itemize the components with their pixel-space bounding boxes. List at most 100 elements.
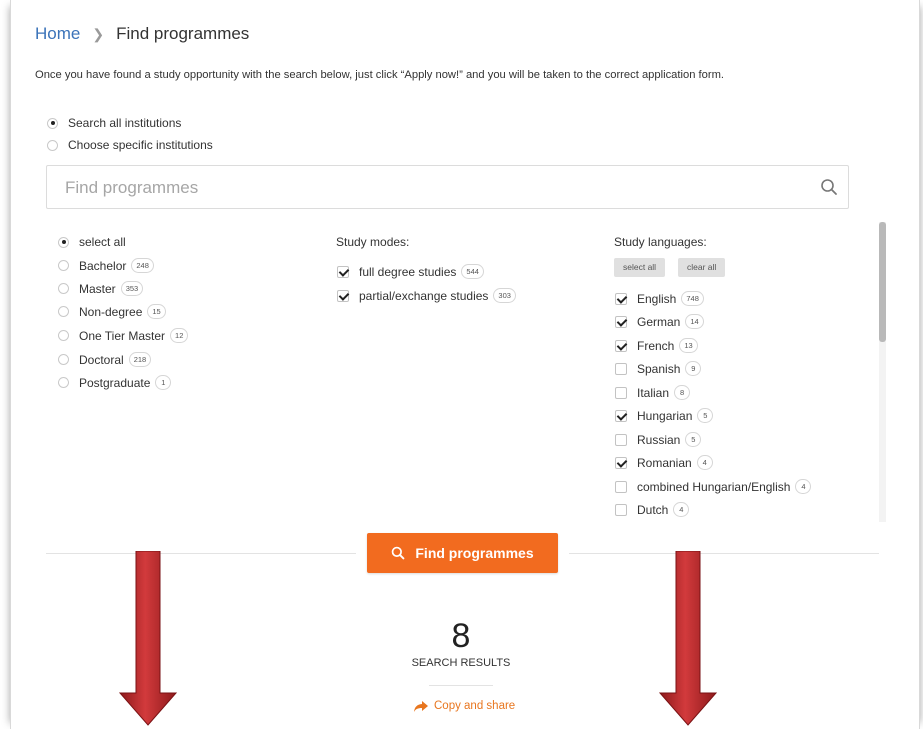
language-label: Romanian (637, 455, 692, 470)
breadcrumb-home-link[interactable]: Home (35, 24, 80, 44)
checkbox[interactable] (615, 339, 627, 352)
level-option-master[interactable]: Master 353 (58, 281, 144, 296)
radio-search-all-institutions[interactable]: Search all institutions (47, 116, 181, 130)
copy-and-share-link[interactable]: Copy and share (414, 700, 515, 712)
filters-scrollbar[interactable] (879, 222, 886, 522)
count-badge: 544 (461, 264, 484, 279)
search-box (46, 165, 849, 210)
select-all-languages-button[interactable]: select all (614, 258, 666, 277)
language-label: Dutch (637, 502, 669, 517)
find-programmes-button-label: Find programmes (415, 545, 534, 561)
annotation-arrow-down-icon (118, 551, 178, 726)
radio-indicator[interactable] (58, 260, 69, 271)
radio-indicator[interactable] (58, 306, 69, 317)
radio-indicator[interactable] (58, 354, 69, 365)
checkbox[interactable] (615, 456, 627, 469)
page-title: Find programmes (116, 24, 250, 43)
radio-choose-specific-institutions[interactable]: Choose specific institutions (47, 138, 213, 152)
scrollbar-thumb[interactable] (879, 222, 886, 342)
language-option-combined-hungarian-english[interactable]: combined Hungarian/English 4 (615, 479, 812, 494)
copy-and-share-label: Copy and share (434, 700, 516, 712)
search-icon[interactable] (820, 178, 838, 196)
study-mode-partial-exchange[interactable]: partial/exchange studies 303 (337, 288, 516, 303)
count-badge: 9 (685, 361, 702, 376)
radio-indicator[interactable] (47, 117, 58, 129)
count-badge: 4 (795, 479, 812, 494)
checkbox[interactable] (615, 480, 627, 493)
language-label: English (637, 291, 677, 306)
level-label: Postgraduate (79, 375, 151, 390)
checkbox[interactable] (615, 386, 627, 399)
find-programmes-button[interactable]: Find programmes (367, 533, 558, 573)
results-label: SEARCH RESULTS (411, 657, 511, 669)
search-icon (392, 546, 405, 560)
count-badge: 12 (170, 328, 189, 343)
study-mode-label: full degree studies (359, 264, 457, 279)
search-input[interactable] (47, 166, 827, 210)
language-option-spanish[interactable]: Spanish 9 (615, 361, 702, 376)
level-label: Doctoral (79, 352, 124, 367)
checkbox[interactable] (337, 289, 349, 302)
results-count: 8 (451, 617, 471, 655)
level-option-non-degree[interactable]: Non-degree 15 (58, 304, 166, 319)
breadcrumb: Home ❯ Find programmes (35, 24, 249, 44)
level-label: select all (79, 235, 126, 249)
count-badge: 8 (674, 385, 691, 400)
study-mode-full-degree[interactable]: full degree studies 544 (337, 264, 484, 279)
clear-all-languages-button[interactable]: clear all (678, 258, 726, 277)
language-option-romanian[interactable]: Romanian 4 (615, 455, 713, 470)
language-option-english[interactable]: English 748 (615, 291, 704, 306)
language-option-dutch[interactable]: Dutch 4 (615, 502, 690, 517)
level-option-postgraduate[interactable]: Postgraduate 1 (58, 375, 172, 390)
level-label: One Tier Master (79, 328, 166, 343)
radio-indicator[interactable] (58, 330, 69, 341)
language-option-italian[interactable]: Italian 8 (615, 385, 691, 400)
divider-right (569, 553, 879, 554)
language-label: French (637, 338, 675, 353)
level-label: Master (79, 281, 116, 296)
count-badge: 218 (128, 352, 152, 367)
radio-indicator[interactable] (58, 236, 69, 248)
count-badge: 4 (673, 502, 690, 517)
language-label: German (637, 314, 681, 329)
count-badge: 15 (147, 304, 166, 319)
level-label: Bachelor (79, 258, 127, 273)
language-option-hungarian[interactable]: Hungarian 5 (615, 408, 714, 423)
checkbox[interactable] (615, 362, 627, 375)
results-divider (429, 685, 493, 686)
filters-panel: select all Bachelor 248 Master 353 Non-d… (46, 222, 879, 522)
count-badge: 14 (685, 314, 704, 329)
language-label: Spanish (637, 361, 681, 376)
language-option-french[interactable]: French 13 (615, 338, 698, 353)
language-label: combined Hungarian/English (637, 479, 791, 494)
study-mode-label: partial/exchange studies (359, 288, 489, 303)
level-option-select-all[interactable]: select all (58, 235, 126, 249)
level-option-one-tier-master[interactable]: One Tier Master 12 (58, 328, 189, 343)
checkbox[interactable] (615, 503, 627, 516)
checkbox[interactable] (615, 315, 627, 328)
share-arrow-icon (414, 700, 428, 712)
level-label: Non-degree (79, 304, 143, 319)
radio-indicator[interactable] (58, 377, 69, 388)
checkbox[interactable] (615, 292, 627, 305)
level-option-doctoral[interactable]: Doctoral 218 (58, 352, 152, 367)
count-badge: 1 (155, 375, 172, 390)
chevron-right-icon: ❯ (92, 25, 105, 42)
radio-indicator[interactable] (58, 283, 69, 294)
language-option-german[interactable]: German 14 (615, 314, 704, 329)
count-badge: 353 (120, 281, 144, 296)
checkbox[interactable] (615, 433, 627, 446)
language-option-russian[interactable]: Russian 5 (615, 432, 702, 447)
count-badge: 13 (679, 338, 698, 353)
language-label: Hungarian (637, 408, 693, 423)
count-badge: 303 (493, 288, 516, 303)
annotation-arrow-down-icon (658, 551, 718, 726)
checkbox[interactable] (615, 409, 627, 422)
language-label: Russian (637, 432, 681, 447)
checkbox[interactable] (337, 265, 349, 278)
level-option-bachelor[interactable]: Bachelor 248 (58, 258, 154, 273)
intro-text: Once you have found a study opportunity … (35, 69, 725, 81)
count-badge: 5 (697, 408, 714, 423)
radio-indicator[interactable] (47, 139, 58, 151)
study-languages-heading: Study languages: (614, 235, 707, 249)
